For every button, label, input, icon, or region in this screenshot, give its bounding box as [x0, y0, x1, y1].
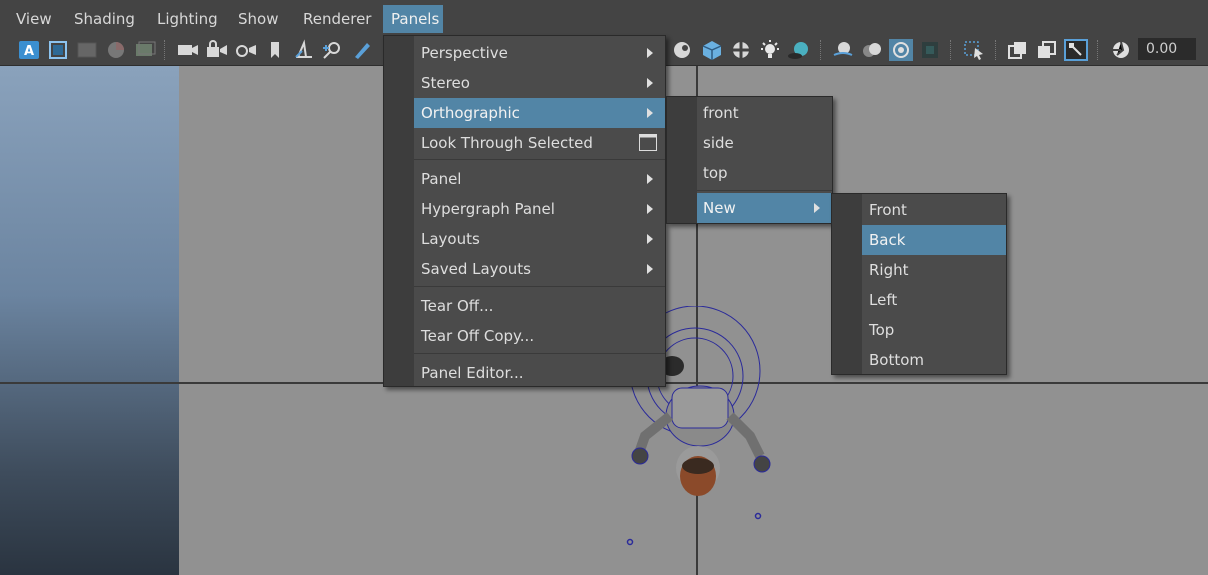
toolbar-separator: [995, 40, 998, 60]
submenu-arrow-icon: [647, 264, 653, 274]
toolbar-separator: [1097, 40, 1100, 60]
xray-icon[interactable]: [1006, 39, 1030, 61]
motion-blur-icon[interactable]: [860, 39, 884, 61]
grease-pencil-icon[interactable]: [350, 39, 374, 61]
menu-view[interactable]: View: [8, 5, 60, 33]
menu-divider: [414, 159, 665, 160]
submenu-arrow-icon: [647, 234, 653, 244]
antialiasing-icon[interactable]: [889, 39, 913, 61]
menu-item-new-right[interactable]: Right: [832, 255, 1006, 285]
select-camera-icon[interactable]: A: [17, 39, 41, 61]
menu-item-look-through-selected[interactable]: Look Through Selected: [384, 128, 665, 158]
lights-icon[interactable]: [758, 39, 782, 61]
xray-joints-icon[interactable]: [1035, 39, 1059, 61]
toolbar-separator: [820, 40, 823, 60]
menu-item-stereo[interactable]: Stereo: [384, 68, 665, 98]
smooth-shade-icon[interactable]: [700, 39, 724, 61]
camera-attributes-icon[interactable]: [234, 39, 258, 61]
exposure-icon[interactable]: [1109, 39, 1133, 61]
film-gate-icon[interactable]: [75, 39, 99, 61]
menu-item-panel-editor[interactable]: Panel Editor...: [384, 358, 665, 388]
menu-item-tear-off[interactable]: Tear Off...: [384, 291, 665, 321]
color-wheel-icon[interactable]: [104, 39, 128, 61]
depth-of-field-icon[interactable]: [918, 39, 942, 61]
submenu-arrow-icon: [647, 48, 653, 58]
camera-icon[interactable]: [176, 39, 200, 61]
submenu-arrow-icon: [647, 174, 653, 184]
menu-shading[interactable]: Shading: [66, 5, 143, 33]
menu-panels[interactable]: Panels: [383, 5, 443, 33]
menu-show[interactable]: Show: [230, 5, 286, 33]
new-camera-submenu: Front Back Right Left Top Bottom: [831, 193, 1007, 375]
background-gradient: [0, 66, 179, 575]
xray-active-components-icon[interactable]: [1064, 39, 1088, 61]
menu-item-layouts[interactable]: Layouts: [384, 224, 665, 254]
menu-divider: [697, 190, 832, 191]
menu-item-new-front[interactable]: Front: [832, 195, 1006, 225]
menu-item-new-top[interactable]: Top: [832, 315, 1006, 345]
menu-item-top[interactable]: top: [667, 158, 832, 188]
image-plane-icon[interactable]: [133, 39, 157, 61]
panels-menu: Perspective Stereo Orthographic Look Thr…: [383, 35, 666, 387]
submenu-arrow-icon: [647, 78, 653, 88]
menu-lighting[interactable]: Lighting: [149, 5, 226, 33]
orthographic-submenu: front side top New: [666, 96, 833, 224]
menu-item-new[interactable]: New: [697, 193, 832, 223]
menu-renderer[interactable]: Renderer: [295, 5, 379, 33]
toolbar-separator: [950, 40, 953, 60]
menu-item-new-left[interactable]: Left: [832, 285, 1006, 315]
menu-item-perspective[interactable]: Perspective: [384, 38, 665, 68]
menu-item-saved-layouts[interactable]: Saved Layouts: [384, 254, 665, 284]
shadows-icon[interactable]: [787, 39, 811, 61]
submenu-arrow-icon: [814, 203, 820, 213]
menu-item-panel[interactable]: Panel: [384, 164, 665, 194]
resolution-gate-icon[interactable]: [46, 39, 70, 61]
menu-item-tear-off-copy[interactable]: Tear Off Copy...: [384, 321, 665, 351]
svg-text:A: A: [24, 44, 34, 59]
ambient-occlusion-icon[interactable]: [831, 39, 855, 61]
checker-icon[interactable]: [729, 39, 753, 61]
menu-item-new-back[interactable]: Back: [862, 225, 1006, 255]
menu-item-orthographic[interactable]: Orthographic: [414, 98, 665, 128]
2d-pan-zoom-icon[interactable]: [292, 39, 316, 61]
menu-item-side[interactable]: side: [667, 128, 832, 158]
panel-menubar: View Shading Lighting Show Renderer Pane…: [0, 0, 1208, 36]
wireframe-shaded-icon[interactable]: [670, 39, 694, 61]
menu-item-hypergraph-panel[interactable]: Hypergraph Panel: [384, 194, 665, 224]
menu-divider: [414, 286, 665, 287]
zoom-icon[interactable]: [321, 39, 345, 61]
isolate-select-icon[interactable]: [962, 39, 986, 61]
submenu-arrow-icon: [647, 204, 653, 214]
toolbar-separator: [164, 40, 167, 60]
option-box-icon[interactable]: [639, 134, 657, 151]
menu-item-new-bottom[interactable]: Bottom: [832, 345, 1006, 375]
submenu-arrow-icon: [647, 108, 653, 118]
menu-divider: [414, 353, 665, 354]
lock-camera-icon[interactable]: [205, 39, 229, 61]
bookmark-icon[interactable]: [263, 39, 287, 61]
exposure-value-field[interactable]: 0.00: [1138, 38, 1196, 60]
menu-item-front[interactable]: front: [667, 98, 832, 128]
